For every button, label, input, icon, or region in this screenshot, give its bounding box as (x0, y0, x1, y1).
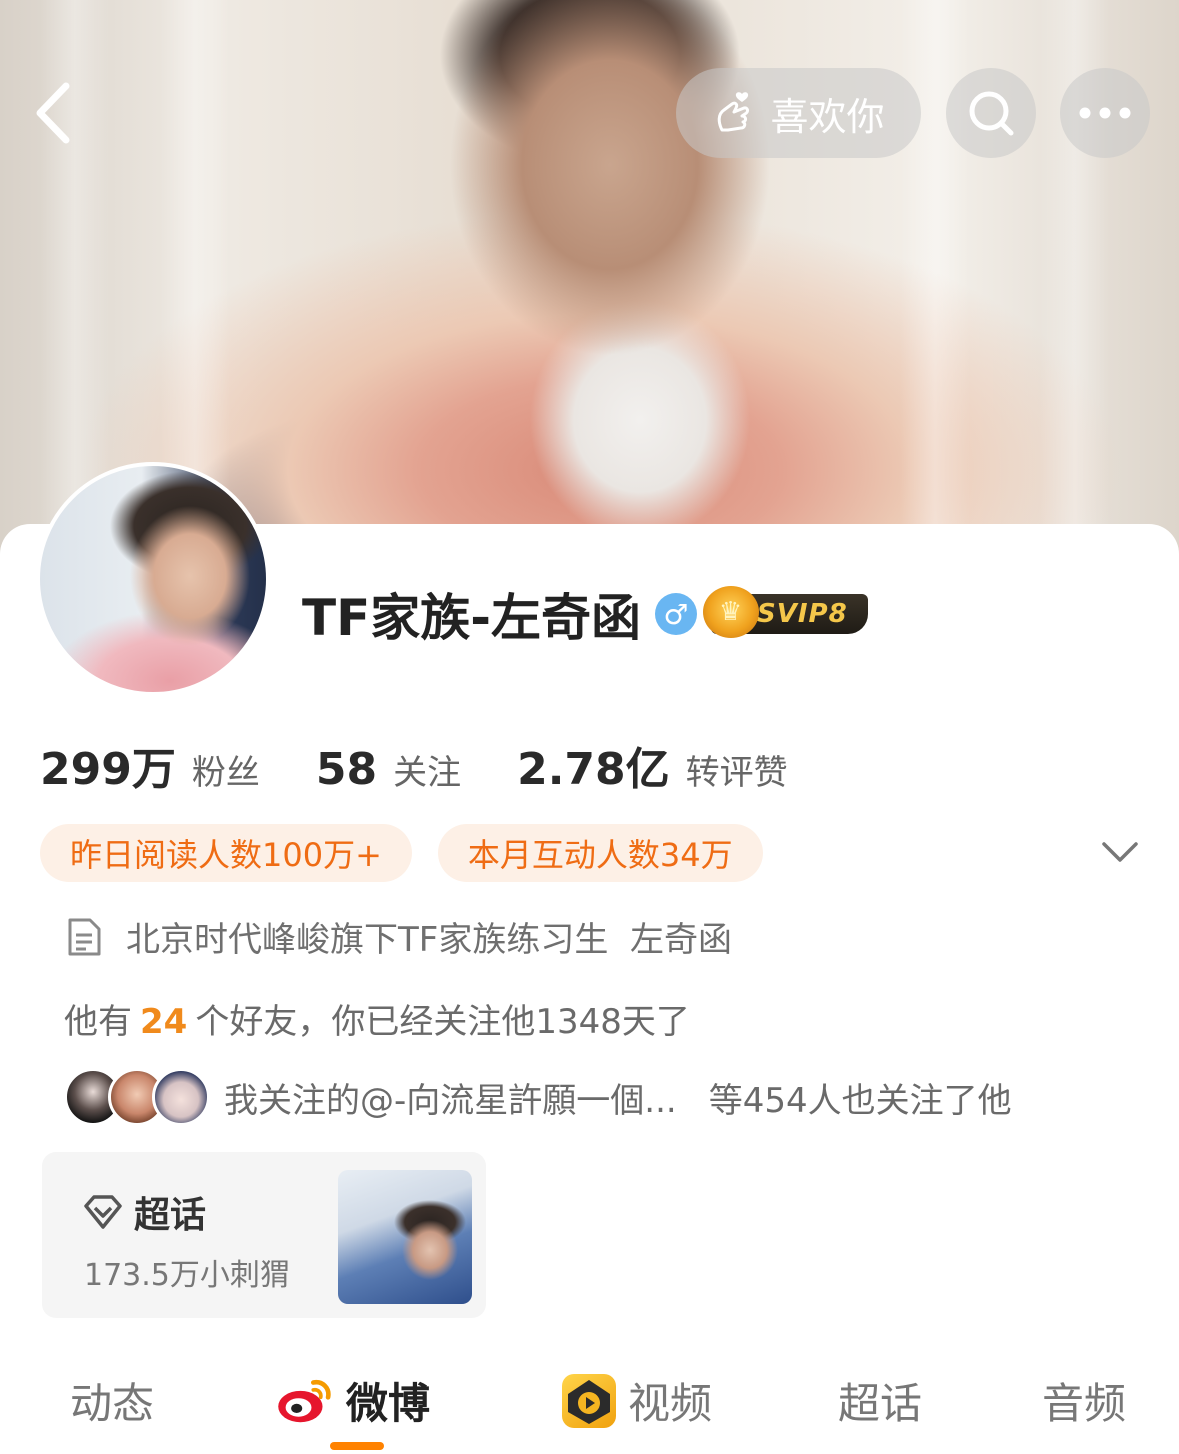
back-button[interactable] (30, 78, 80, 148)
expand-button[interactable] (1098, 834, 1142, 870)
avatar (152, 1068, 210, 1126)
tab-audio[interactable]: 音频 (1042, 1370, 1126, 1431)
male-gender-icon: ♂ (655, 593, 698, 635)
active-tab-indicator (330, 1442, 384, 1450)
mutual-followers-count: 等454人也关注了他 (708, 1080, 1012, 1121)
like-you-button[interactable]: 喜欢你 (676, 68, 921, 158)
bio: 北京时代峰峻旗下TF家族练习生 左奇函 (66, 912, 732, 961)
search-icon (969, 91, 1014, 136)
finger-heart-icon (718, 92, 750, 132)
search-button[interactable] (946, 68, 1036, 158)
tab-video[interactable]: 视频 (562, 1370, 712, 1431)
supertopic-title-row: 超话 (82, 1186, 206, 1238)
stat-followers[interactable]: 299万 粉丝 (40, 733, 260, 797)
stat-value: 299万 (40, 744, 176, 795)
profile-tags: 昨日阅读人数100万+ 本月互动人数34万 (40, 824, 763, 882)
diamond-icon (84, 1195, 122, 1229)
chevron-left-icon (36, 82, 70, 144)
more-dots-icon (1079, 107, 1131, 119)
tab-label: 音频 (1042, 1379, 1127, 1428)
stat-label: 粉丝 (191, 753, 260, 793)
friends-count: 24 (140, 1002, 188, 1042)
stat-label: 转评赞 (685, 753, 788, 793)
supertopic-subtitle: 173.5万小刺猬 (84, 1258, 290, 1293)
supertopic-title: 超话 (134, 1195, 207, 1236)
tag-monthly-interactions[interactable]: 本月互动人数34万 (437, 824, 763, 882)
like-you-label: 喜欢你 (770, 94, 885, 139)
stat-following[interactable]: 58 关注 (316, 744, 461, 795)
tab-label: 超话 (838, 1379, 923, 1428)
bio-text: 北京时代峰峻旗下TF家族练习生 左奇函 (126, 920, 732, 960)
stat-value: 58 (315, 744, 378, 795)
mutual-followers[interactable]: 我关注的@-向流星許願一個... 等454人也关注了他 (64, 1068, 1012, 1126)
tab-label: 动态 (70, 1379, 155, 1428)
stat-reposts-likes[interactable]: 2.78亿 转评赞 (517, 733, 788, 797)
profile-name: TF家族-左奇函 (302, 589, 642, 647)
stat-label: 关注 (393, 753, 462, 793)
stat-value: 2.78亿 (517, 744, 670, 795)
crown-icon: ♛ (703, 586, 760, 638)
supertopic-thumbnail (338, 1170, 472, 1304)
profile-name-row: TF家族-左奇函 ♂ ♛ SVIP8 (302, 578, 868, 650)
video-logo-icon (562, 1373, 616, 1428)
weibo-logo-icon (278, 1379, 331, 1422)
tab-label: 微博 (346, 1379, 431, 1428)
document-icon (68, 918, 101, 955)
profile-stats: 299万 粉丝 58 关注 2.78亿 转评赞 (40, 733, 844, 797)
mutual-followers-text: 我关注的@-向流星許願一個... (224, 1080, 677, 1121)
tab-label: 视频 (628, 1379, 713, 1428)
svip-badge[interactable]: ♛ SVIP8 (703, 586, 868, 638)
profile-tabs: 动态 微博 视频 超话 音频 (0, 1360, 1179, 1454)
chevron-down-icon (1102, 842, 1138, 862)
friends-prefix: 他有 (64, 1002, 132, 1042)
more-button[interactable] (1060, 68, 1150, 158)
friends-suffix: 个好友，你已经关注他1348天了 (195, 1002, 690, 1042)
avatar[interactable] (36, 462, 270, 696)
tab-supertopic[interactable]: 超话 (838, 1370, 922, 1431)
tab-activity[interactable]: 动态 (70, 1370, 154, 1431)
tag-yesterday-readers[interactable]: 昨日阅读人数100万+ (40, 824, 412, 882)
supertopic-card[interactable]: 超话 173.5万小刺猬 (42, 1152, 486, 1318)
svip-badge-label: SVIP8 (757, 599, 848, 629)
tab-weibo[interactable]: 微博 (276, 1370, 430, 1431)
friends-info[interactable]: 他有 24 个好友，你已经关注他1348天了 (64, 994, 690, 1043)
